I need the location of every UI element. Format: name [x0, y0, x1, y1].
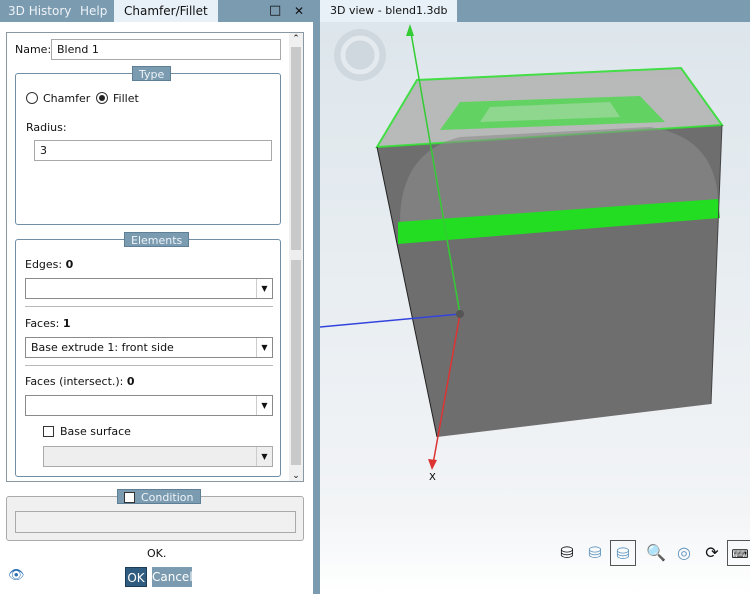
shaded-view-icon[interactable]: ⛁ — [582, 540, 608, 566]
edges-count: 0 — [65, 258, 74, 271]
radius-input[interactable]: 3 — [34, 140, 272, 161]
close-icon[interactable]: ✕ — [294, 0, 304, 22]
status-text: OK. — [147, 547, 167, 560]
3d-viewport[interactable]: X — [320, 22, 750, 594]
shaded-edges-view-icon[interactable]: ⛁ — [610, 540, 636, 566]
zoom-fit-icon[interactable]: 🔍 — [643, 540, 669, 566]
tab-help[interactable]: Help — [80, 0, 107, 22]
cancel-button[interactable]: Cancel — [152, 567, 193, 587]
chevron-down-icon: ▼ — [256, 447, 272, 466]
transparency-icon[interactable]: ◎ — [671, 540, 697, 566]
view-cube-icon — [334, 29, 386, 81]
x-axis-label: X — [429, 472, 436, 483]
rotate-icon[interactable]: ⟳ — [699, 540, 725, 566]
fillet-radio[interactable]: Fillet — [96, 92, 139, 105]
tab-3d-view[interactable]: 3D view - blend1.3db — [320, 0, 458, 22]
condition-group: Condition — [6, 489, 304, 541]
base-surface-checkbox[interactable]: Base surface — [43, 425, 131, 438]
origin-marker — [456, 310, 464, 318]
chevron-down-icon: ▼ — [256, 279, 272, 298]
keyboard-icon[interactable]: ⌨ — [727, 540, 750, 566]
wireframe-view-icon[interactable]: ⛁ — [554, 540, 580, 566]
base-surface-combo[interactable]: ▼ — [43, 446, 273, 467]
chamfer-radio[interactable]: Chamfer — [26, 92, 90, 105]
elements-group: Elements Edges: 0 ▼ Faces: 1 Base extrud… — [15, 232, 281, 477]
faces-intersect-combo[interactable]: ▼ — [25, 395, 273, 416]
name-label: Name: — [15, 43, 52, 56]
tab-3d-history[interactable]: 3D History — [8, 0, 71, 22]
tab-chamfer-fillet[interactable]: Chamfer/Fillet — [114, 0, 218, 22]
radius-label: Radius: — [26, 121, 67, 134]
chevron-down-icon: ▼ — [256, 396, 272, 415]
condition-legend[interactable]: Condition — [117, 489, 201, 504]
edges-label: Edges: — [25, 258, 63, 271]
type-legend: Type — [132, 66, 172, 81]
elements-legend: Elements — [124, 232, 190, 247]
splitter[interactable] — [313, 0, 320, 594]
chamfer-fillet-form: Name: Blend 1 Type Chamfer Fillet Radius… — [6, 32, 304, 482]
chevron-down-icon: ▼ — [256, 338, 272, 357]
edges-combo[interactable]: ▼ — [25, 278, 273, 299]
faces-count: 1 — [62, 317, 71, 330]
view-tab-bar: 3D view - blend1.3db — [320, 0, 750, 22]
type-group: Type Chamfer Fillet Radius: 3 — [15, 66, 281, 225]
faces-intersect-label: Faces (intersect.): — [25, 375, 124, 388]
scrollbar[interactable]: ⌃ ⌄ — [289, 33, 303, 481]
name-input[interactable]: Blend 1 — [51, 39, 281, 60]
condition-input[interactable] — [15, 511, 296, 533]
maximize-icon[interactable]: □ — [269, 0, 281, 22]
faces-combo[interactable]: Base extrude 1: front side ▼ — [25, 337, 273, 358]
left-tab-bar: 3D History Help Chamfer/Fillet □ ✕ — [0, 0, 313, 22]
faces-label: Faces: — [25, 317, 60, 330]
ok-button[interactable]: OK — [125, 567, 147, 587]
eye-icon[interactable]: 👁 — [8, 568, 25, 583]
faces-intersect-count: 0 — [126, 375, 135, 388]
